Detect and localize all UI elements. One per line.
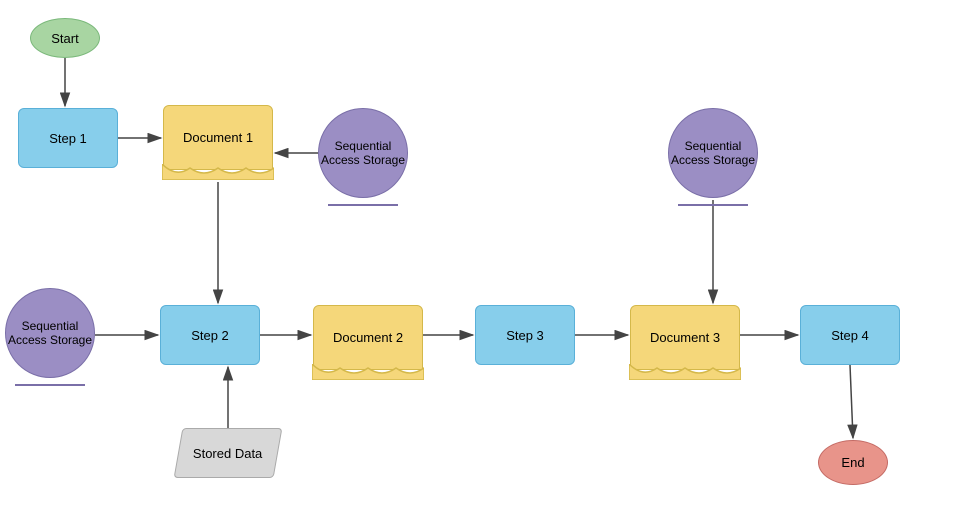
stored-data-node: Stored Data: [174, 428, 283, 478]
storage1-label: SequentialAccess Storage: [321, 139, 405, 167]
storage3-decoration: [678, 202, 748, 206]
step4-node: Step 4: [800, 305, 900, 365]
storage1-node: SequentialAccess Storage: [318, 108, 408, 198]
storage2-label: SequentialAccess Storage: [8, 319, 92, 347]
doc2-wave: [312, 364, 424, 380]
doc1-wave: [162, 164, 274, 180]
doc3-label: Document 3: [650, 330, 720, 345]
doc2-wrap: Document 2: [313, 305, 423, 380]
doc1-label: Document 1: [183, 130, 253, 145]
step4-label: Step 4: [831, 328, 869, 343]
stored-data-label: Stored Data: [193, 446, 262, 461]
end-label: End: [841, 455, 864, 470]
doc1-box: Document 1: [163, 105, 273, 170]
storage2-decoration: [15, 382, 85, 386]
arrows-svg: [0, 0, 980, 511]
step1-node: Step 1: [18, 108, 118, 168]
storage3-label: SequentialAccess Storage: [671, 139, 755, 167]
step3-node: Step 3: [475, 305, 575, 365]
doc1-wrap: Document 1: [163, 105, 273, 180]
doc3-wave: [629, 364, 741, 380]
doc2-label: Document 2: [333, 330, 403, 345]
doc3-box: Document 3: [630, 305, 740, 370]
storage1-decoration: [328, 202, 398, 206]
doc3-wrap: Document 3: [630, 305, 740, 380]
start-node: Start: [30, 18, 100, 58]
step2-node: Step 2: [160, 305, 260, 365]
storage3-node: SequentialAccess Storage: [668, 108, 758, 198]
doc2-box: Document 2: [313, 305, 423, 370]
storage2-node: SequentialAccess Storage: [5, 288, 95, 378]
diagram: Start Step 1 Document 1 SequentialAccess…: [0, 0, 980, 511]
end-node: End: [818, 440, 888, 485]
start-label: Start: [51, 31, 78, 46]
step3-label: Step 3: [506, 328, 544, 343]
step2-label: Step 2: [191, 328, 229, 343]
step1-label: Step 1: [49, 131, 87, 146]
